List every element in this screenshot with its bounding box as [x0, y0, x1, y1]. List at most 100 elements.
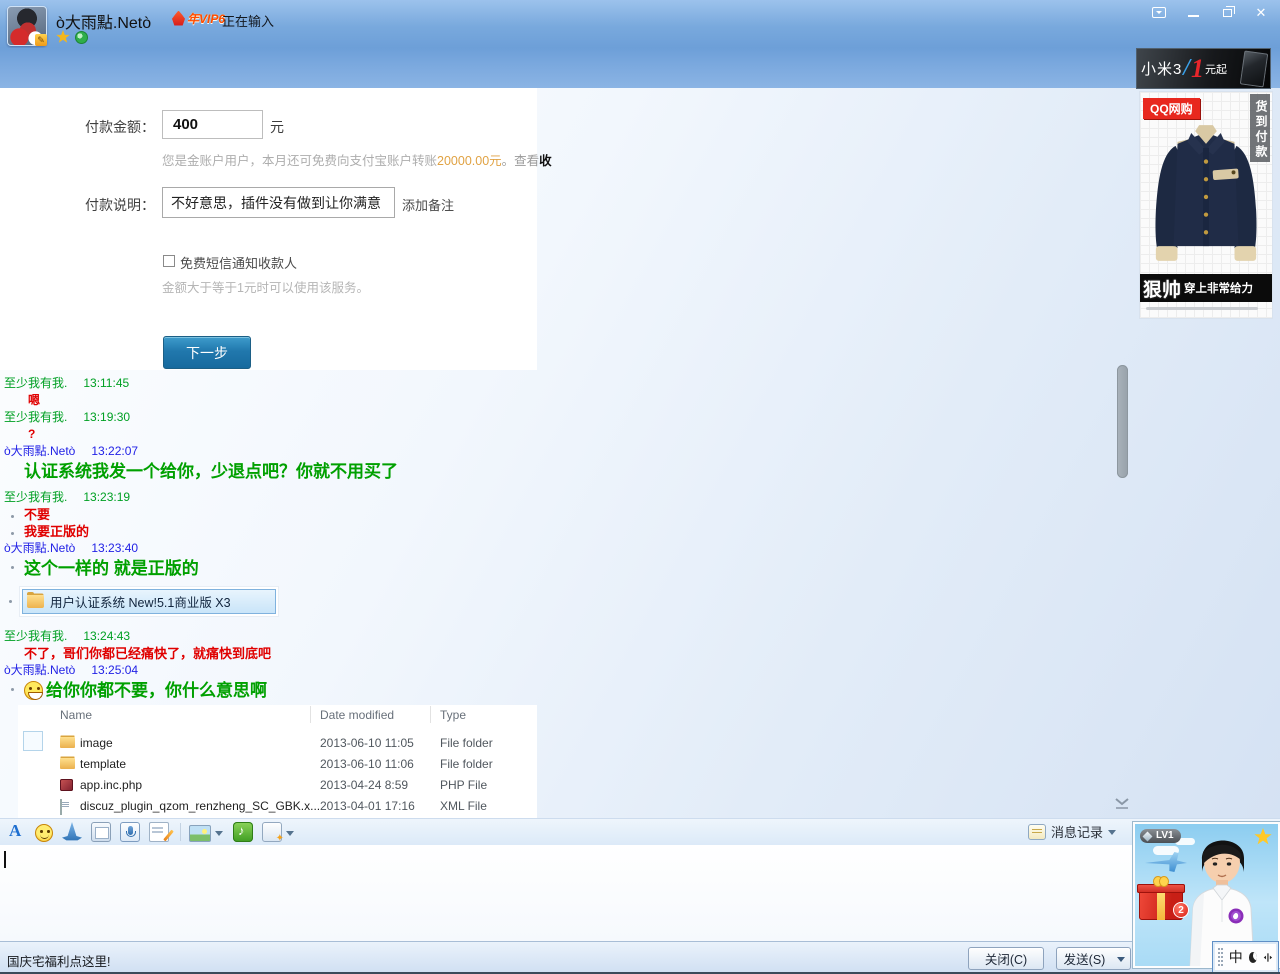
send-options-dropdown[interactable] — [1112, 947, 1131, 970]
font-icon[interactable] — [6, 821, 26, 842]
magic-emoticon-icon[interactable] — [62, 822, 82, 841]
message-sender: ò大雨點.Netò — [4, 444, 76, 458]
add-note-link[interactable]: 添加备注 — [402, 195, 454, 214]
chat-message: ò大雨點.Netò 13:22:07 认证系统我发一个给你，少退点吧？你就不用买了 — [4, 443, 1084, 484]
send-picture-dropdown-icon[interactable] — [215, 830, 223, 840]
xiaomi-slash: / — [1183, 55, 1191, 81]
toolbar-divider — [180, 823, 181, 841]
gift-bow — [1153, 876, 1169, 887]
message-history-control[interactable]: 消息记录 — [1028, 822, 1117, 841]
message-text: 认证系统我发一个给你，少退点吧？你就不用买了 — [24, 462, 398, 481]
chat-scrollbar-thumb[interactable] — [1117, 365, 1128, 478]
message-text: 这个一样的 就是正版的 — [11, 557, 1084, 581]
explorer-row[interactable]: app.inc.php 2013-04-24 8:59 PHP File — [18, 775, 537, 796]
history-dropdown-icon[interactable] — [1108, 830, 1117, 839]
minimize-button[interactable] — [1180, 3, 1206, 22]
explorer-row[interactable]: template 2013-06-10 11:06 File folder — [18, 754, 537, 775]
message-text: 不要 — [11, 506, 1084, 523]
message-time: 13:25:04 — [91, 663, 139, 677]
quota-note: 您是金账户用户，本月还可免费向支付宝账户转账20000.00元。查看收 — [162, 150, 552, 169]
qq-shop-ad[interactable]: QQ网购 货到付款 狠帅 穿上非常给力 — [1140, 92, 1272, 318]
explorer-row[interactable]: discuz_plugin_qzom_renzheng_SC_GBK.x... 2… — [18, 796, 537, 817]
message-time: 13:19:30 — [83, 410, 131, 424]
qq-shop-badge: QQ网购 — [1143, 98, 1200, 119]
phone-image — [1239, 49, 1269, 88]
voice-message-icon[interactable] — [120, 822, 140, 842]
edit-pencil-icon — [35, 34, 47, 46]
doodle-icon[interactable] — [149, 822, 169, 842]
window-shake-icon[interactable] — [262, 822, 284, 844]
promo-link[interactable]: 国庆宅福利点这里! — [7, 951, 110, 970]
shop-slogan: 穿上非常给力 — [1184, 283, 1254, 295]
message-sender: ò大雨點.Netò — [4, 541, 76, 555]
file-date-modified: 2013-04-01 17:16 — [320, 799, 415, 813]
close-button[interactable] — [1248, 3, 1274, 22]
panel-toggle-icon — [1152, 7, 1166, 18]
sms-notify-checkbox[interactable] — [163, 255, 175, 267]
xiaomi-ad-banner[interactable]: 小米3 / 1 元起 — [1136, 48, 1271, 89]
quota-note-mid[interactable]: 。查看 — [502, 154, 540, 168]
screenshot-icon[interactable] — [91, 822, 111, 842]
ad-scrollbar — [1146, 307, 1258, 310]
message-header: ò大雨點.Netò 13:23:40 — [4, 540, 1084, 557]
chat-message: ò大雨點.Netò 13:25:04 给你你都不要，你什么意思啊 — [4, 662, 1084, 703]
description-input[interactable] — [162, 187, 395, 218]
xiaomi-price: 1 — [1191, 53, 1205, 83]
close-button[interactable]: 关闭(C) — [968, 947, 1044, 970]
column-type[interactable]: Type — [440, 708, 466, 722]
grin-emoji-icon — [24, 681, 43, 700]
column-date-modified[interactable]: Date modified — [320, 708, 394, 722]
file-attachment-row[interactable]: 用户认证系统 New!5.1商业版 X3 — [22, 589, 276, 614]
star-icon[interactable] — [56, 30, 70, 43]
message-time: 13:22:07 — [91, 444, 139, 458]
maximize-icon — [1222, 5, 1235, 17]
next-step-button[interactable]: 下一步 — [163, 336, 251, 369]
music-share-icon[interactable] — [233, 822, 253, 842]
emoticon-icon[interactable] — [35, 823, 53, 842]
explorer-header: Name Date modified Type — [18, 705, 537, 725]
file-type: File folder — [440, 757, 493, 771]
ime-language-toggle[interactable]: 中 — [1229, 947, 1243, 967]
quota-note-clipped[interactable]: 收 — [539, 154, 552, 168]
file-attachment: 用户认证系统 New!5.1商业版 X3 — [9, 587, 278, 616]
explorer-row[interactable]: image 2013-06-10 11:05 File folder — [18, 733, 537, 754]
file-attachment-label: 用户认证系统 New!5.1商业版 X3 — [50, 596, 231, 610]
history-icon — [1028, 823, 1046, 840]
qzone-icon[interactable] — [75, 30, 88, 44]
vip-badge-label: 年VIP6 — [187, 11, 226, 26]
file-date-modified: 2013-06-10 11:06 — [320, 757, 414, 771]
message-text: 嗯 — [28, 393, 41, 407]
ime-fullwidth-toggle-icon[interactable] — [1248, 951, 1258, 963]
message-sender: 至少我有我. — [4, 490, 68, 504]
send-picture-icon[interactable] — [189, 824, 211, 842]
xiaomi-product: 小米3 — [1141, 61, 1183, 78]
compose-toolbar: 消息记录 — [0, 818, 1280, 845]
scroll-to-bottom-icon[interactable] — [1110, 795, 1134, 813]
minimize-icon — [1187, 14, 1199, 17]
window-shake-dropdown-icon[interactable] — [286, 830, 294, 840]
amount-input[interactable] — [162, 110, 263, 139]
maximize-button[interactable] — [1214, 3, 1240, 22]
ime-drag-handle[interactable] — [1218, 948, 1223, 966]
ime-punctuation-icon[interactable] — [1263, 951, 1273, 964]
file-name: image — [80, 736, 113, 750]
message-sender: ò大雨點.Netò — [4, 663, 76, 677]
message-input-area[interactable] — [0, 845, 1280, 941]
column-divider[interactable] — [430, 706, 431, 723]
ime-toolbar: 中 — [1212, 941, 1279, 972]
file-type: File folder — [440, 736, 493, 750]
peer-avatar[interactable] — [7, 6, 47, 46]
send-button[interactable]: 发送(S) — [1056, 947, 1113, 970]
folder-file-icon — [60, 758, 75, 769]
message-header: 至少我有我. 13:19:30 — [4, 409, 1084, 426]
message-header: 至少我有我. 13:23:19 — [4, 489, 1084, 506]
panel-toggle-button[interactable] — [1146, 3, 1172, 22]
column-divider[interactable] — [310, 706, 311, 723]
main-toolbar — [0, 48, 1280, 126]
file-type: PHP File — [440, 778, 488, 792]
vip6-badge[interactable]: 年VIP6 — [172, 9, 225, 27]
column-name[interactable]: Name — [60, 708, 92, 722]
text-caret — [4, 851, 6, 868]
file-name: discuz_plugin_qzom_renzheng_SC_GBK.x... — [80, 799, 321, 813]
chat-messages: 至少我有我. 13:11:45 嗯至少我有我. 13:19:30? ò大雨點.Netò 1… — [4, 375, 1084, 708]
